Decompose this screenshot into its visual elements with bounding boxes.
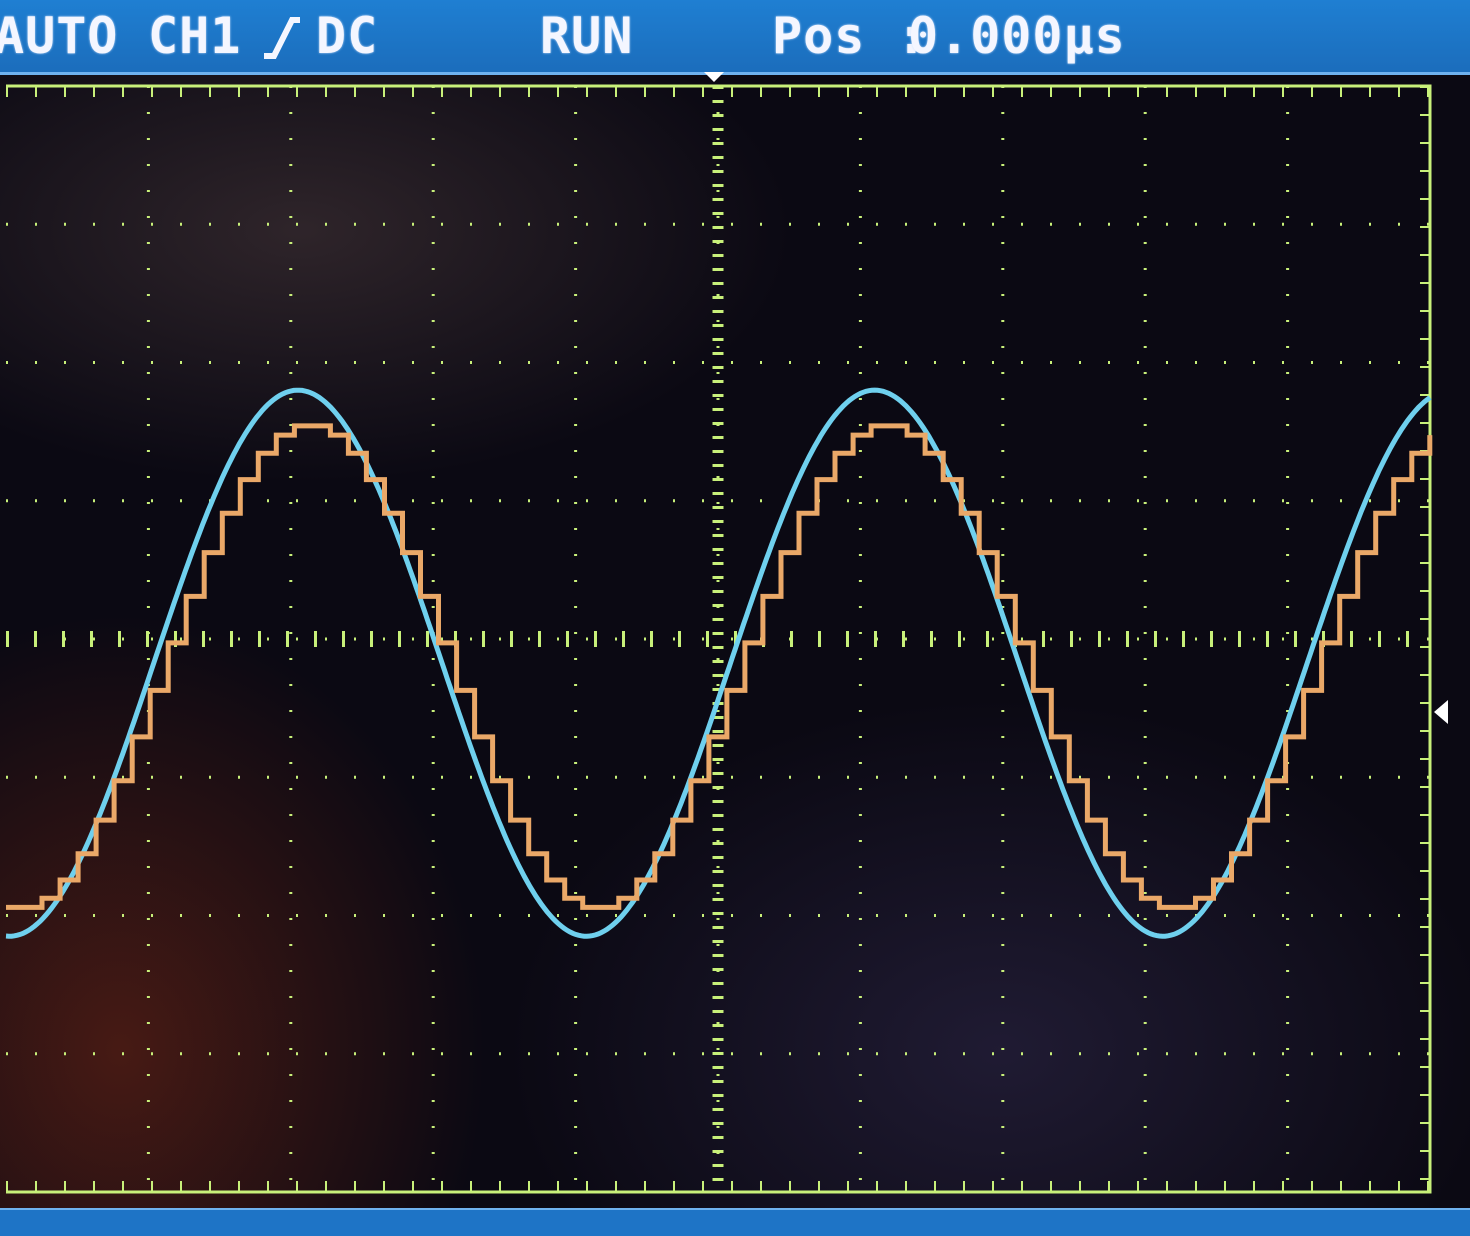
series-trace-1 [5,387,1432,939]
bottom-status-bar [0,1208,1470,1236]
graticule [6,84,1432,1194]
waveform-plot [5,72,1448,1194]
ground-marker-icon [1434,700,1448,724]
oscilloscope-screen: AUTO CH1 DC RUN Pos : 0.000µs [0,0,1470,1236]
trigger-position-marker-icon [704,72,724,82]
series-trace-2 [6,423,1433,910]
waveform-traces [5,387,1433,939]
